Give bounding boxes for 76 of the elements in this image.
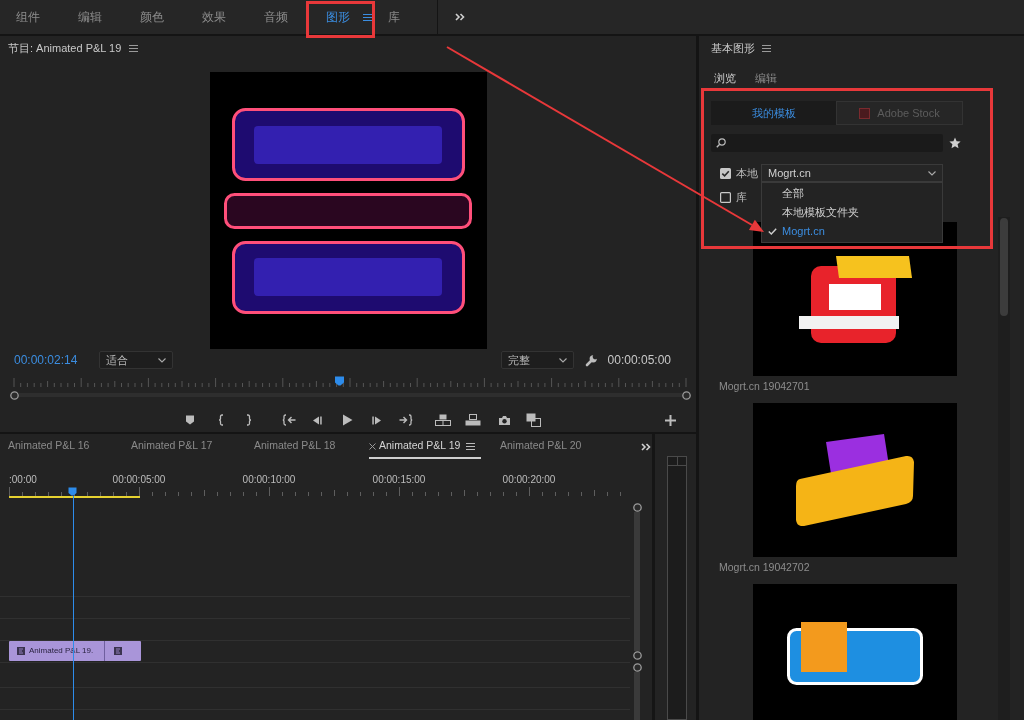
step-forward-icon[interactable] (372, 414, 383, 426)
overwrite-icon[interactable] (465, 414, 481, 426)
menu-item[interactable]: 全部 (762, 184, 942, 203)
chevron-down-icon (558, 357, 567, 363)
workspace-tab[interactable]: 音频 (264, 0, 326, 34)
close-icon[interactable] (369, 442, 376, 450)
menu-item[interactable]: Mogrt.cn (762, 222, 942, 241)
menu-icon[interactable] (129, 44, 139, 52)
mark-in-icon[interactable] (218, 414, 224, 426)
workspace-tab[interactable]: 组件 (16, 0, 78, 34)
ruler-label: 00:00:05:00 (111, 472, 167, 487)
wrench-icon[interactable] (584, 353, 598, 367)
ruler-label: 00:00:10:00 (241, 472, 297, 487)
scroll-handle[interactable] (682, 390, 691, 400)
mark-out-icon[interactable] (246, 414, 252, 426)
sequence-tab[interactable]: Animated P&L 17 (123, 435, 246, 459)
panel-tab[interactable]: 编辑 (755, 68, 777, 90)
sequence-tab[interactable]: Animated P&L 18 (246, 435, 369, 459)
panel-tab[interactable]: 浏览 (714, 68, 736, 90)
checkbox-label: 库 (736, 189, 748, 205)
play-icon[interactable] (342, 414, 353, 426)
chevron-down-icon (928, 170, 936, 176)
checkbox[interactable] (720, 167, 731, 179)
scroll-handle[interactable] (10, 390, 19, 400)
sequence-tab[interactable]: Animated P&L 19 (369, 435, 481, 459)
template-name: Mogrt.cn 19042702 (718, 560, 811, 576)
scroll-handle[interactable] (632, 503, 642, 512)
playhead-marker[interactable] (334, 376, 346, 386)
timecode: 00:00:02:14 (14, 352, 78, 369)
go-to-out-icon[interactable] (399, 414, 413, 426)
menu-icon[interactable] (762, 44, 771, 52)
duration-timecode: 00:00:05:00 (607, 352, 671, 369)
highlight-frame (306, 1, 375, 38)
chevron-down-icon (158, 357, 167, 363)
step-back-icon[interactable] (311, 414, 322, 426)
sequence-tab[interactable]: Animated P&L 20 (492, 435, 615, 459)
quality-dropdown[interactable]: 完整 (500, 351, 574, 369)
search-field[interactable] (711, 134, 943, 152)
sequence-tab[interactable]: Animated P&L 16 (0, 435, 123, 459)
chevrons-icon[interactable] (455, 13, 465, 21)
add-icon[interactable] (665, 414, 676, 426)
star-icon[interactable] (949, 137, 961, 149)
checkbox-label: 本地 (736, 165, 759, 181)
ruler-label: 00:00:15:00 (371, 472, 427, 487)
search-icon (716, 138, 726, 148)
checkbox[interactable] (720, 191, 731, 203)
effect-badge-icon (114, 647, 122, 655)
insert-icon[interactable] (435, 414, 451, 426)
menu-item[interactable]: 本地模板文件夹 (762, 203, 942, 222)
camera-icon[interactable] (498, 414, 511, 426)
zoom-dropdown[interactable]: 适合 (99, 351, 174, 369)
template-name: Mogrt.cn 19042701 (718, 379, 811, 395)
workspace-tab[interactable]: 编辑 (78, 0, 140, 34)
menu-icon[interactable] (363, 13, 372, 21)
scrollbar-track[interactable] (998, 217, 1010, 720)
workspace-tab[interactable]: 颜色 (140, 0, 202, 34)
check-icon (768, 228, 777, 235)
ruler-label: 00:00:20:00 (501, 472, 557, 487)
ruler-label: :00:00 (8, 472, 38, 487)
compare-icon[interactable] (526, 413, 541, 427)
effect-badge-icon (17, 647, 25, 655)
chevrons-icon[interactable] (641, 443, 651, 451)
workspace-tab[interactable]: 库 (388, 0, 437, 34)
workspace-tab[interactable]: 图形 (326, 0, 388, 34)
scrollbar-thumb[interactable] (1000, 218, 1008, 316)
source-tab[interactable]: 我的模板 (711, 101, 836, 125)
workspace-tab[interactable]: 效果 (202, 0, 264, 34)
panel-title: 基本图形 (711, 40, 755, 56)
marker-icon[interactable] (185, 415, 195, 425)
panel-title: 节目: Animated P&L 19 (8, 40, 122, 56)
menu-icon[interactable] (466, 442, 476, 450)
stock-logo-icon (859, 107, 871, 119)
go-to-in-icon[interactable] (282, 414, 296, 426)
template-thumbnail[interactable] (753, 584, 957, 720)
template-thumbnail[interactable] (753, 403, 957, 557)
location-dropdown[interactable]: Mogrt.cn (761, 164, 943, 182)
